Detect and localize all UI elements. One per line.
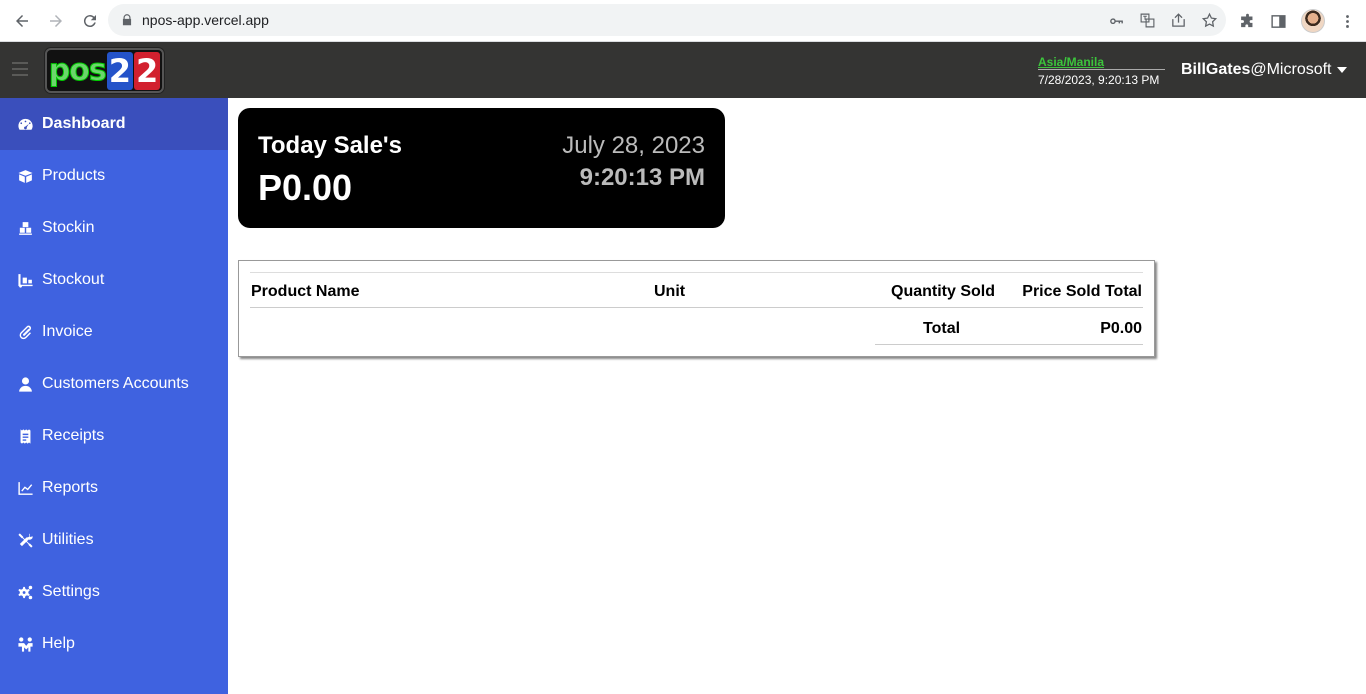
key-icon[interactable] bbox=[1108, 12, 1125, 29]
products-box-icon bbox=[16, 167, 34, 185]
profile-avatar[interactable] bbox=[1301, 9, 1325, 33]
dashboard-icon bbox=[16, 115, 34, 133]
forward-icon[interactable] bbox=[40, 5, 72, 37]
chart-line-icon bbox=[16, 479, 34, 497]
app-header: pos 2 2 Asia/Manila 7/28/2023, 9:20:13 PM … bbox=[0, 42, 1366, 98]
sidebar-item-label: Utilities bbox=[42, 531, 94, 548]
sales-card-amount: P0.00 bbox=[258, 167, 353, 208]
extensions-puzzle-icon[interactable] bbox=[1239, 13, 1256, 30]
sidebar: Dashboard Products Stockin Stockout Invo… bbox=[0, 98, 228, 694]
sidebar-item-stockin[interactable]: Stockin bbox=[0, 202, 228, 254]
sales-card-title: Today Sale's bbox=[258, 132, 402, 159]
pos22-logo[interactable]: pos 2 2 bbox=[45, 48, 164, 93]
table-header-rule bbox=[250, 307, 1143, 308]
sidebar-item-label: Customers Accounts bbox=[42, 375, 189, 392]
column-header-product-name: Product Name bbox=[251, 283, 360, 300]
reload-icon[interactable] bbox=[74, 5, 106, 37]
total-value: P0.00 bbox=[1100, 320, 1142, 337]
column-header-quantity-sold: Quantity Sold bbox=[891, 283, 995, 300]
caret-down-icon bbox=[1336, 67, 1347, 73]
sidebar-item-label: Help bbox=[42, 635, 75, 652]
bookmark-star-icon[interactable] bbox=[1201, 12, 1218, 29]
sidebar-item-settings[interactable]: Settings bbox=[0, 566, 228, 618]
sidebar-item-receipts[interactable]: Receipts bbox=[0, 410, 228, 462]
tools-icon bbox=[16, 531, 34, 549]
sales-table: Product Name Unit Quantity Sold Price So… bbox=[238, 260, 1155, 357]
sidebar-item-label: Dashboard bbox=[42, 115, 126, 132]
sidebar-item-help[interactable]: Help bbox=[0, 618, 228, 670]
receipt-icon bbox=[16, 427, 34, 445]
timezone-label: Asia/Manila bbox=[1038, 55, 1165, 70]
header-datetime: 7/28/2023, 9:20:13 PM bbox=[1038, 73, 1160, 87]
people-help-icon bbox=[16, 635, 34, 653]
translate-icon[interactable] bbox=[1139, 12, 1156, 29]
more-vert-icon[interactable] bbox=[1339, 13, 1356, 30]
column-header-price-sold-total: Price Sold Total bbox=[1022, 283, 1142, 300]
share-icon[interactable] bbox=[1170, 12, 1187, 29]
sidebar-item-label: Stockin bbox=[42, 219, 95, 236]
user-name: BillGates bbox=[1181, 61, 1251, 78]
back-icon[interactable] bbox=[6, 5, 38, 37]
paperclip-icon bbox=[16, 323, 34, 341]
sidebar-item-label: Receipts bbox=[42, 427, 105, 444]
browser-toolbar: npos-app.vercel.app bbox=[0, 0, 1366, 42]
sidebar-item-label: Settings bbox=[42, 583, 100, 600]
truck-loading-icon bbox=[16, 271, 34, 289]
address-bar[interactable]: npos-app.vercel.app bbox=[108, 4, 1226, 36]
sales-card-date: July 28, 2023 bbox=[562, 132, 705, 159]
table-total-rule bbox=[875, 344, 1143, 345]
hamburger-menu-icon[interactable] bbox=[12, 62, 28, 76]
lock-icon bbox=[122, 14, 132, 26]
sidebar-item-customers-accounts[interactable]: Customers Accounts bbox=[0, 358, 228, 410]
sidebar-item-reports[interactable]: Reports bbox=[0, 462, 228, 514]
dolly-boxes-icon bbox=[16, 219, 34, 237]
user-icon bbox=[16, 375, 34, 393]
user-menu[interactable]: BillGates @Microsoft bbox=[1181, 61, 1347, 79]
sidebar-item-stockout[interactable]: Stockout bbox=[0, 254, 228, 306]
sidebar-item-utilities[interactable]: Utilities bbox=[0, 514, 228, 566]
sidebar-item-invoice[interactable]: Invoice bbox=[0, 306, 228, 358]
sidebar-item-label: Products bbox=[42, 167, 106, 184]
url-text: npos-app.vercel.app bbox=[142, 12, 269, 28]
user-org: @Microsoft bbox=[1250, 61, 1332, 78]
sidebar-item-products[interactable]: Products bbox=[0, 150, 228, 202]
sidebar-item-label: Invoice bbox=[42, 323, 93, 340]
table-top-rule bbox=[250, 272, 1143, 273]
sales-card-time: 9:20:13 PM bbox=[579, 164, 705, 191]
sidebar-item-label: Reports bbox=[42, 479, 99, 496]
sidebar-item-dashboard[interactable]: Dashboard bbox=[0, 98, 228, 150]
cogs-icon bbox=[16, 583, 34, 601]
column-header-unit: Unit bbox=[654, 283, 686, 300]
sidebar-item-label: Stockout bbox=[42, 271, 105, 288]
total-label: Total bbox=[923, 320, 961, 337]
side-panel-icon[interactable] bbox=[1270, 13, 1287, 30]
today-sales-card: Today Sale's P0.00 July 28, 2023 9:20:13… bbox=[238, 108, 725, 228]
